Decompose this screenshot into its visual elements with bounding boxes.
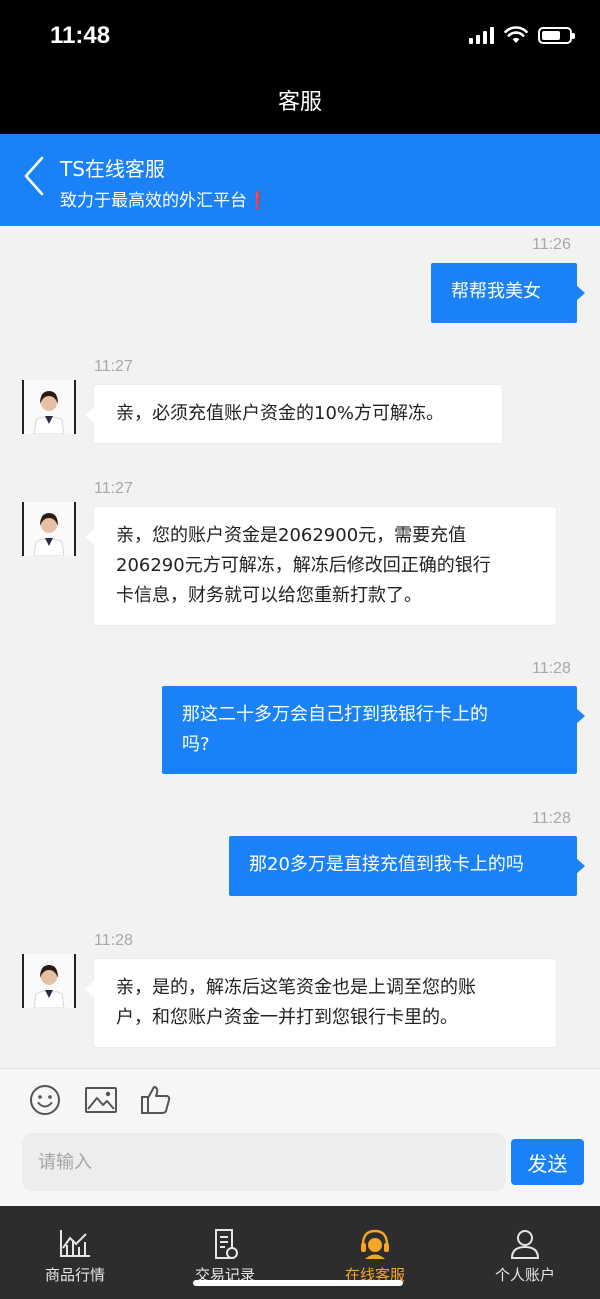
home-indicator — [193, 1280, 403, 1286]
exclamation-mark: ❗ — [247, 191, 269, 211]
chat-subtitle: 致力于最高效的外汇平台❗ — [60, 186, 268, 211]
emoji-icon[interactable] — [28, 1083, 62, 1117]
status-time: 11:48 — [50, 22, 111, 49]
message-timestamp: 11:26 — [532, 236, 571, 253]
message-bubble-incoming: 亲，您的账户资金是2062900元，需要充值 206290元方可解冻，解冻后修改… — [85, 506, 557, 626]
input-area: 发送 — [0, 1068, 600, 1206]
send-button[interactable]: 发送 — [511, 1139, 584, 1185]
message-line: 亲，必须充值账户资金的10%方可解冻。 — [116, 403, 445, 424]
document-icon — [215, 1229, 238, 1259]
headset-icon — [361, 1229, 389, 1259]
message-bubble-outgoing: 那20多万是直接充值到我卡上的吗 — [229, 836, 585, 896]
message-input[interactable] — [22, 1133, 506, 1191]
message-list[interactable]: 11:26 帮帮我美女 11:27 亲，必须充值账户资金的10%方可解冻。 11… — [0, 226, 600, 1068]
message-bubble-incoming: 亲，必须充值账户资金的10%方可解冻。 — [85, 384, 503, 444]
agent-avatar[interactable] — [22, 954, 76, 1008]
message-line: 那20多万是直接充值到我卡上的吗 — [249, 854, 524, 875]
chat-header: TS在线客服 致力于最高效的外汇平台❗ — [0, 134, 600, 226]
message-line: 户，和您账户资金一并打到您银行卡里的。 — [116, 1007, 458, 1028]
image-icon[interactable] — [84, 1083, 118, 1117]
agent-avatar[interactable] — [22, 502, 76, 556]
message-line: 那这二十多万会自己打到我银行卡上的 — [182, 704, 488, 725]
battery-icon — [538, 26, 575, 44]
message-line: 吗? — [182, 734, 210, 755]
tab-market[interactable]: 商品行情 — [0, 1206, 150, 1299]
agent-avatar-image — [24, 380, 74, 434]
message-line: 亲，是的，解冻后这笔资金也是上调至您的账 — [116, 977, 476, 998]
user-icon — [510, 1230, 540, 1259]
chat-subtitle-text: 致力于最高效的外汇平台 — [60, 191, 247, 211]
message-line: 卡信息，财务就可以给您重新打款了。 — [116, 585, 422, 606]
thumbs-up-icon[interactable] — [139, 1083, 173, 1117]
back-button[interactable] — [18, 154, 52, 198]
message-timestamp: 11:27 — [94, 358, 133, 375]
agent-avatar[interactable] — [22, 380, 76, 434]
message-timestamp: 11:28 — [532, 810, 571, 827]
agent-avatar-image — [24, 954, 74, 1008]
message-bubble-incoming: 亲，是的，解冻后这笔资金也是上调至您的账 户，和您账户资金一并打到您银行卡里的。 — [85, 958, 557, 1048]
agent-avatar-image — [24, 502, 74, 556]
message-bubble-outgoing: 帮帮我美女 — [431, 263, 585, 323]
message-bubble-outgoing: 那这二十多万会自己打到我银行卡上的 吗? — [162, 686, 585, 774]
tab-account[interactable]: 个人账户 — [450, 1206, 600, 1299]
message-timestamp: 11:28 — [94, 932, 133, 949]
message-line: 帮帮我美女 — [451, 281, 541, 302]
page-title: 客服 — [0, 76, 600, 134]
message-timestamp: 11:27 — [94, 480, 133, 497]
message-timestamp: 11:28 — [532, 660, 571, 677]
tab-label: 商品行情 — [44, 1266, 105, 1284]
chart-icon — [60, 1230, 90, 1257]
status-bar: 11:48 — [0, 0, 600, 76]
wifi-icon — [504, 26, 528, 43]
message-line: 206290元方可解冻，解冻后修改回正确的银行 — [116, 555, 491, 576]
tab-label: 个人账户 — [494, 1266, 555, 1284]
chat-name: TS在线客服 — [60, 157, 165, 181]
cellular-signal-icon — [469, 26, 494, 44]
status-icons — [469, 26, 575, 44]
chevron-left-icon — [24, 156, 44, 196]
message-line: 亲，您的账户资金是2062900元，需要充值 — [116, 525, 467, 546]
